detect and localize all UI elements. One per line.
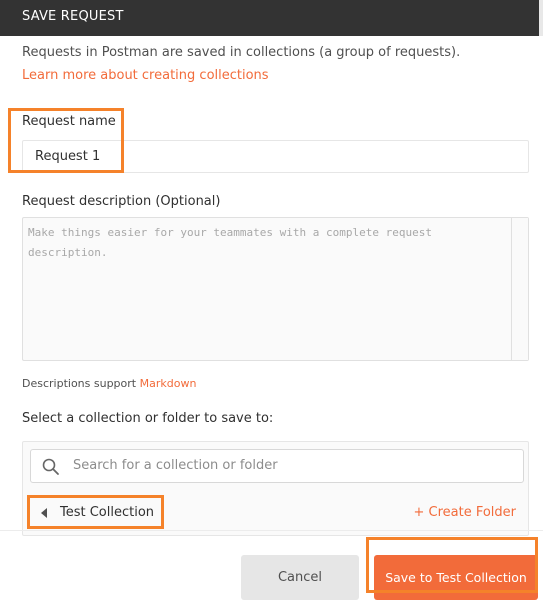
markdown-link[interactable]: Markdown <box>140 377 197 390</box>
request-name-input[interactable]: Request 1 <box>22 140 529 173</box>
collection-breadcrumb: Test Collection + Create Folder <box>23 496 528 530</box>
collection-search-input[interactable]: Search for a collection or folder <box>30 449 524 483</box>
intro-text: Requests in Postman are saved in collect… <box>22 45 461 60</box>
save-request-dialog: SAVE REQUEST Requests in Postman are sav… <box>0 0 543 600</box>
request-name-value: Request 1 <box>35 149 101 164</box>
description-placeholder: Make things easier for your teammates wi… <box>28 226 432 259</box>
cancel-button[interactable]: Cancel <box>241 555 359 600</box>
search-icon <box>42 458 59 475</box>
create-folder-button[interactable]: + Create Folder <box>413 496 516 530</box>
search-placeholder: Search for a collection or folder <box>73 458 278 473</box>
footer-divider <box>0 530 543 531</box>
dialog-title: SAVE REQUEST <box>22 9 124 24</box>
collection-picker-label: Select a collection or folder to save to… <box>22 411 274 426</box>
dialog-header: SAVE REQUEST <box>0 0 543 36</box>
markdown-note: Descriptions support Markdown <box>22 377 196 390</box>
save-to-collection-button[interactable]: Save to Test Collection <box>374 555 538 600</box>
markdown-note-text: Descriptions support <box>22 377 137 390</box>
current-collection-name[interactable]: Test Collection <box>60 496 154 530</box>
request-name-label: Request name <box>22 114 116 129</box>
request-description-textarea[interactable]: Make things easier for your teammates wi… <box>22 217 529 361</box>
request-description-label: Request description (Optional) <box>22 194 221 209</box>
learn-more-link[interactable]: Learn more about creating collections <box>22 68 269 83</box>
collection-picker: Search for a collection or folder Test C… <box>22 441 529 536</box>
header-edge <box>539 0 543 36</box>
description-scrollbar[interactable] <box>511 218 528 360</box>
caret-left-icon[interactable] <box>40 508 48 518</box>
